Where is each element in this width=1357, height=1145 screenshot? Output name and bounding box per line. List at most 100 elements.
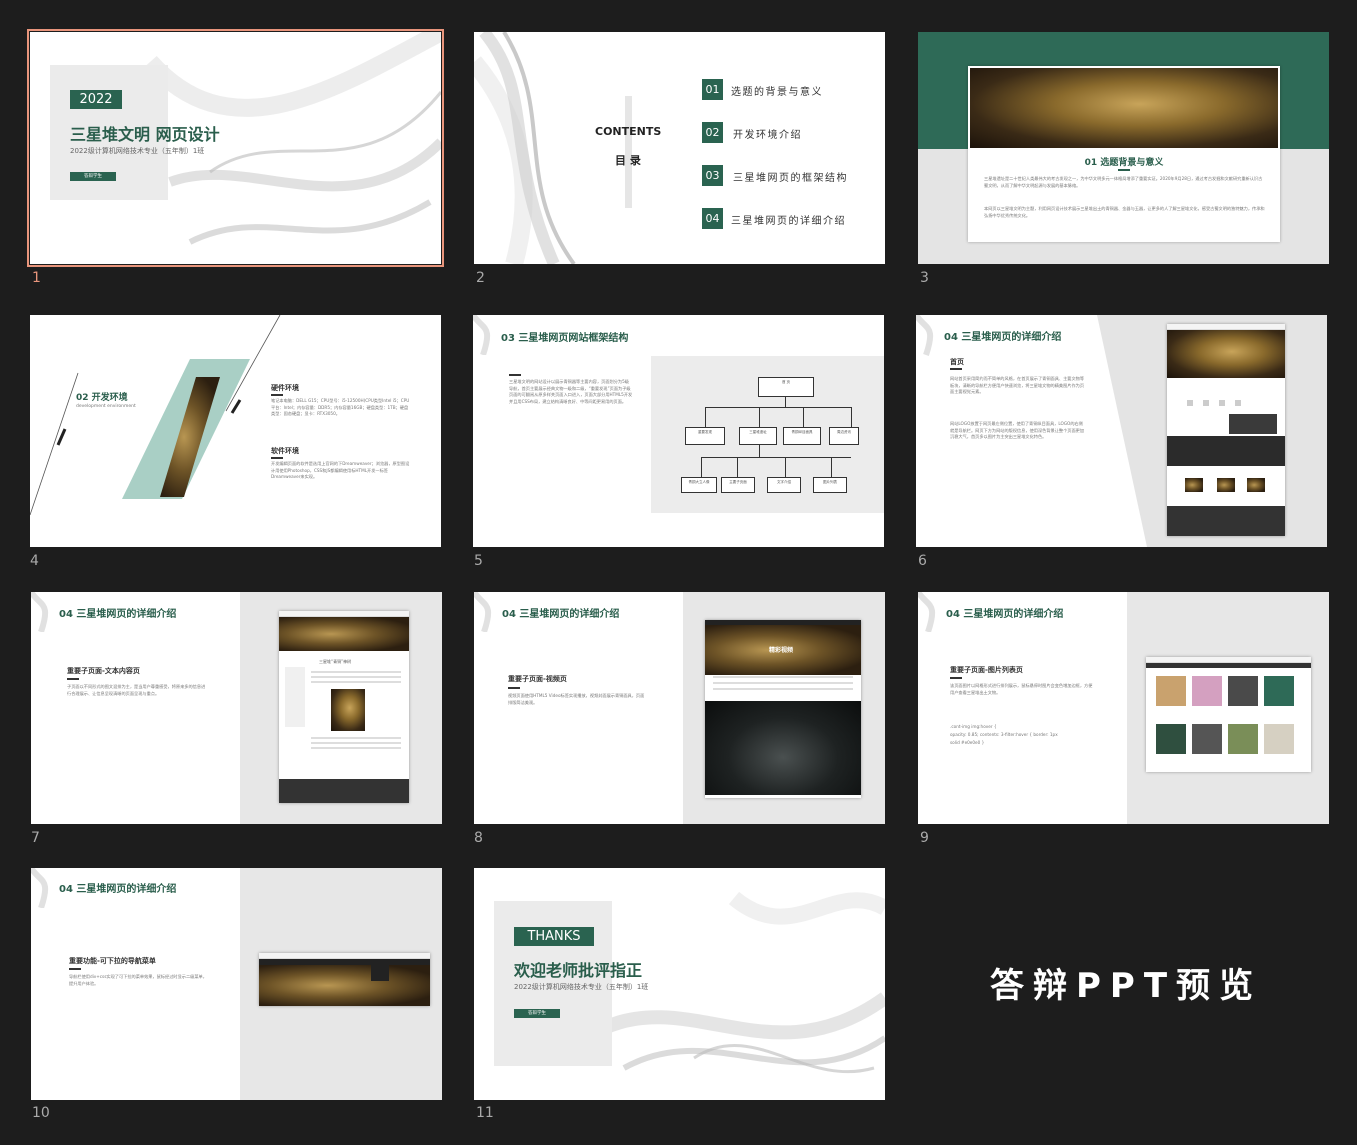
thanks-title: 欢迎老师批评指正 [514,961,643,980]
toc-item-3: 三星堆网页的框架结构 [733,173,848,184]
slide-7-thumbnail[interactable]: 04 三星堆网页的详细介绍 重要子页面-文本内容页 子页面以不同形式的图文混排为… [31,592,442,824]
student-button: 答辩学生 [70,172,116,181]
subsection-title: 首页 [950,358,964,366]
subsection-underline [950,677,962,679]
sitemap-node: 青铜大立人像 [681,477,717,493]
slide-11-thumbnail[interactable]: THANKS 欢迎老师批评指正 2022级计算机网络技术专业（五年制）1班 答辩… [474,868,885,1100]
mulu-label: 目 录 [615,154,641,167]
video-banner-text: 精彩视频 [769,647,794,654]
slide-number: 7 [31,830,40,846]
slide-6-thumbnail[interactable]: 04 三星堆网页的详细介绍 首页 网站首页采用简约而不简单的风格，在首页展示了青… [916,315,1327,547]
software-underline [271,457,283,459]
toc-num-03: 03 [702,165,723,186]
homepage-text-1: 网站首页采用简约而不简单的风格，在首页展示了青铜面具、主要文物等板块，清晰的导航… [950,376,1085,394]
slide-8-thumbnail[interactable]: 04 三星堆网页的详细介绍 重要子页面-视频页 视频页面使用HTML5 Vide… [474,592,885,824]
connector [785,397,786,407]
connector [701,457,851,458]
code-line-1: .cont-img img:hover { [950,724,997,729]
slide-number: 6 [918,553,927,569]
hardware-title: 硬件环境 [271,384,299,392]
slide-number: 11 [476,1105,494,1121]
connector [831,457,832,477]
image-list-description: 该页面图片以网格形式进行排列展示，鼠标悬停时图片会变色增加边框，方便用户查看三星… [950,683,1093,695]
content-card: 01 选题背景与意义 三星堆遗址是二十世纪人类最伟大的考古发现之一，为中华文明多… [968,66,1280,242]
connector [785,457,786,477]
code-line-2: opacity: 0.85; contents: 3-filter:hover … [950,732,1058,737]
hardware-underline [271,394,283,396]
slide-number: 8 [474,830,483,846]
section-subheading: development environment [76,404,136,409]
toc-item-4: 三星堆网页的详细介绍 [731,216,846,227]
slide-9-thumbnail[interactable]: 04 三星堆网页的详细介绍 重要子页面-图片列表页 该页面图片以网格形式进行排列… [918,592,1329,824]
bronze-mask-image [970,68,1278,148]
student-button: 答辩学生 [514,1009,560,1018]
slide-number: 2 [476,270,485,286]
slide-10-thumbnail[interactable]: 04 三星堆网页的详细介绍 重要功能-可下拉的导航菜单 导航栏使用div+css… [31,868,442,1100]
presentation-subtitle: 2022级计算机网络技术专业（五年制）1班 [70,147,205,155]
subsection-title: 重要子页面-图片列表页 [950,666,1023,674]
connector [803,407,804,427]
section-heading: 04 三星堆网页的详细介绍 [946,609,1064,620]
sitemap-node: 重要发现 [685,427,725,445]
heading-underline [1118,169,1130,171]
slide-number: 3 [920,270,929,286]
paragraph-2: 本网页以三星堆文明为主题，利用网页设计技术展示三星堆出土的青铜器、金器与玉器，让… [984,206,1265,218]
connector [737,457,738,477]
bronze-head-image [160,377,220,497]
homepage-text-2: 网站LOGO放置于网页最左侧位置，使用了青铜纵目面具，LOGO的右侧就是导航栏。… [950,421,1085,439]
dropdown-menu-description: 导航栏使用div+css实现了可下拉的菜单效果，鼠标经过时显示二级菜单，提升用户… [69,974,207,986]
sitemap-node: 三星堆遗址 [739,427,777,445]
section-heading: 03 三星堆网页网站框架结构 [501,333,629,344]
connector [701,457,702,477]
sitemap-node: 文字介绍 [767,477,801,493]
sitemap-node: 图片列表 [813,477,847,493]
toc-item-1: 选题的背景与意义 [731,87,823,98]
slide-1-thumbnail[interactable]: 2022 三星堆文明 网页设计 2022级计算机网络技术专业（五年制）1班 答辩… [27,29,444,267]
sitemap-node: 青铜纵目面具 [783,427,821,445]
slide-number: 1 [32,270,41,286]
section-heading: 01 选题背景与意义 [1084,158,1164,168]
section-heading: 02 开发环境 [76,393,128,403]
subsection-underline [508,687,520,689]
diagonal-lines [30,315,281,516]
dropdown-menu-screenshot [259,953,430,1006]
software-title: 软件环境 [271,447,299,455]
software-text: 开发编辑页面的软件是选用上官网的下Dreamweaver；浏览器，原型图设计用使… [271,461,410,479]
sitemap-home: 首 页 [758,377,814,397]
slide-2-thumbnail[interactable]: CONTENTS 目 录 01 选题的背景与意义 02 开发环境介绍 03 三星… [474,32,885,264]
connector [705,407,706,427]
presentation-title: 三星堆文明 网页设计 [70,125,220,144]
text-page-screenshot: 三星堆“青铜”神树 [279,611,409,803]
text-page-description: 子页面以不同形式的图文混排为主，是当用户尊重感受，将原来多的信息进行合理展示、让… [67,684,206,696]
hardware-text: 笔记本电脑：DELL G15；CPU型号：i5-12500H(CPU类型Inte… [271,398,410,416]
subsection-underline [950,368,962,370]
toc-num-02: 02 [702,122,723,143]
video-page-screenshot: 精彩视频 [705,620,861,798]
slide-number: 5 [474,553,483,569]
thanks-badge: THANKS [514,927,594,946]
section-heading: 04 三星堆网页的详细介绍 [59,609,177,620]
year-badge: 2022 [70,90,122,109]
slide-4-thumbnail[interactable]: 02 开发环境 development environment 硬件环境 笔记本… [30,315,441,547]
toc-item-2: 开发环境介绍 [733,130,802,141]
homepage-screenshot [1167,324,1285,536]
slide-number: 9 [920,830,929,846]
slide-3-thumbnail[interactable]: 01 选题背景与意义 三星堆遗址是二十世纪人类最伟大的考古发现之一，为中华文明多… [918,32,1329,264]
connector [705,407,852,408]
sitemap-node: 主要子页面 [721,477,755,493]
slide-5-thumbnail[interactable]: 03 三星堆网页网站框架结构 三星堆文明的网站设计以展示青铜器等主要内容，页面划… [473,315,884,547]
text-underline [509,374,521,376]
code-line-3: solid #e0e0e0 } [950,740,985,745]
slide-number: 4 [30,553,39,569]
connector [759,407,760,427]
connector [851,407,852,427]
sitemap-node: 周边资讯 [829,427,859,445]
subsection-title: 重要功能-可下拉的导航菜单 [69,957,156,965]
connector [759,445,760,457]
video-page-description: 视频页面使用HTML5 Video标签实现播放，视频封面展示青铜面具，页面排版简… [508,693,645,705]
framework-description: 三星堆文明的网站设计以展示青铜器等主要内容，页面划分为5级导航，首页主要展示经典… [509,379,633,404]
toc-num-04: 04 [702,208,723,229]
subsection-underline [67,678,79,680]
subsection-underline [69,968,81,970]
section-heading: 04 三星堆网页的详细介绍 [944,332,1062,343]
